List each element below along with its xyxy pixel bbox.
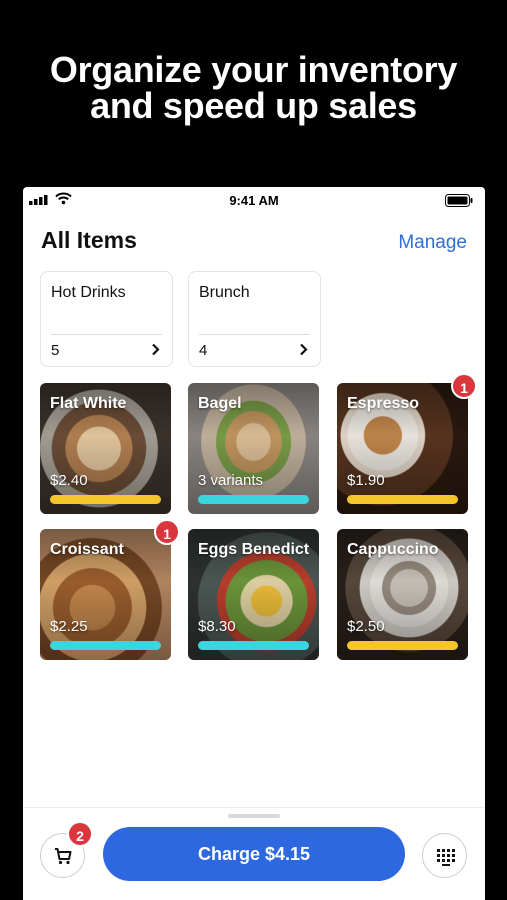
item-name: Flat White	[50, 395, 127, 412]
item-color-bar	[198, 495, 309, 504]
item-color-bar	[347, 495, 458, 504]
item-name: Croissant	[50, 541, 124, 558]
status-time: 9:41 AM	[229, 193, 279, 208]
cart-icon	[55, 848, 72, 865]
item-tile-bagel[interactable]: Bagel 3 variants	[188, 383, 319, 514]
drag-handle[interactable]	[228, 814, 280, 818]
promo-headline: Organize your inventory and speed up sal…	[0, 52, 507, 124]
item-price: $1.90	[347, 472, 385, 489]
divider	[199, 334, 310, 335]
espresso-count-badge: 1	[451, 373, 477, 399]
cart-count-badge: 2	[67, 821, 93, 847]
item-color-bar	[50, 495, 161, 504]
charge-button[interactable]: Charge $4.15	[103, 827, 405, 881]
category-name: Brunch	[199, 284, 250, 301]
croissant-count-badge: 1	[154, 519, 180, 545]
phone-screen: 9:41 AM All Items Manage Hot Drinks 5 Br…	[23, 187, 485, 900]
category-name: Hot Drinks	[51, 284, 126, 301]
chevron-right-icon	[300, 343, 308, 356]
category-count: 5	[51, 342, 60, 359]
category-brunch[interactable]: Brunch 4	[188, 271, 321, 367]
page-title: All Items	[41, 227, 137, 253]
item-color-bar	[198, 641, 309, 650]
checkout-bar: 2 Charge $4.15	[23, 807, 485, 900]
keypad-icon	[437, 849, 455, 866]
item-price: $2.50	[347, 618, 385, 635]
item-color-bar	[50, 641, 161, 650]
divider	[51, 334, 162, 335]
manage-link[interactable]: Manage	[398, 232, 467, 254]
item-tile-flat-white[interactable]: Flat White $2.40	[40, 383, 171, 514]
item-tile-croissant[interactable]: Croissant $2.25	[40, 529, 171, 660]
battery-icon	[445, 194, 473, 207]
item-color-bar	[347, 641, 458, 650]
item-name: Bagel	[198, 395, 242, 412]
promo-headline-line1: Organize your inventory	[49, 49, 458, 90]
item-name: Eggs Benedict	[198, 541, 310, 558]
status-bar: 9:41 AM	[23, 187, 485, 213]
chevron-right-icon	[152, 343, 160, 356]
item-name: Cappuccino	[347, 541, 439, 558]
item-tile-espresso[interactable]: Espresso $1.90	[337, 383, 468, 514]
keypad-button[interactable]	[422, 833, 467, 878]
category-hot-drinks[interactable]: Hot Drinks 5	[40, 271, 173, 367]
item-variants: 3 variants	[198, 472, 264, 489]
item-price: $2.25	[50, 618, 88, 635]
item-tile-cappuccino[interactable]: Cappuccino $2.50	[337, 529, 468, 660]
item-tile-eggs-benedict[interactable]: Eggs Benedict $8.30	[188, 529, 319, 660]
promo-headline-line2: and speed up sales	[90, 85, 417, 126]
category-count: 4	[199, 342, 208, 359]
item-name: Espresso	[347, 395, 420, 412]
item-price: $2.40	[50, 472, 88, 489]
item-price: $8.30	[198, 618, 236, 635]
